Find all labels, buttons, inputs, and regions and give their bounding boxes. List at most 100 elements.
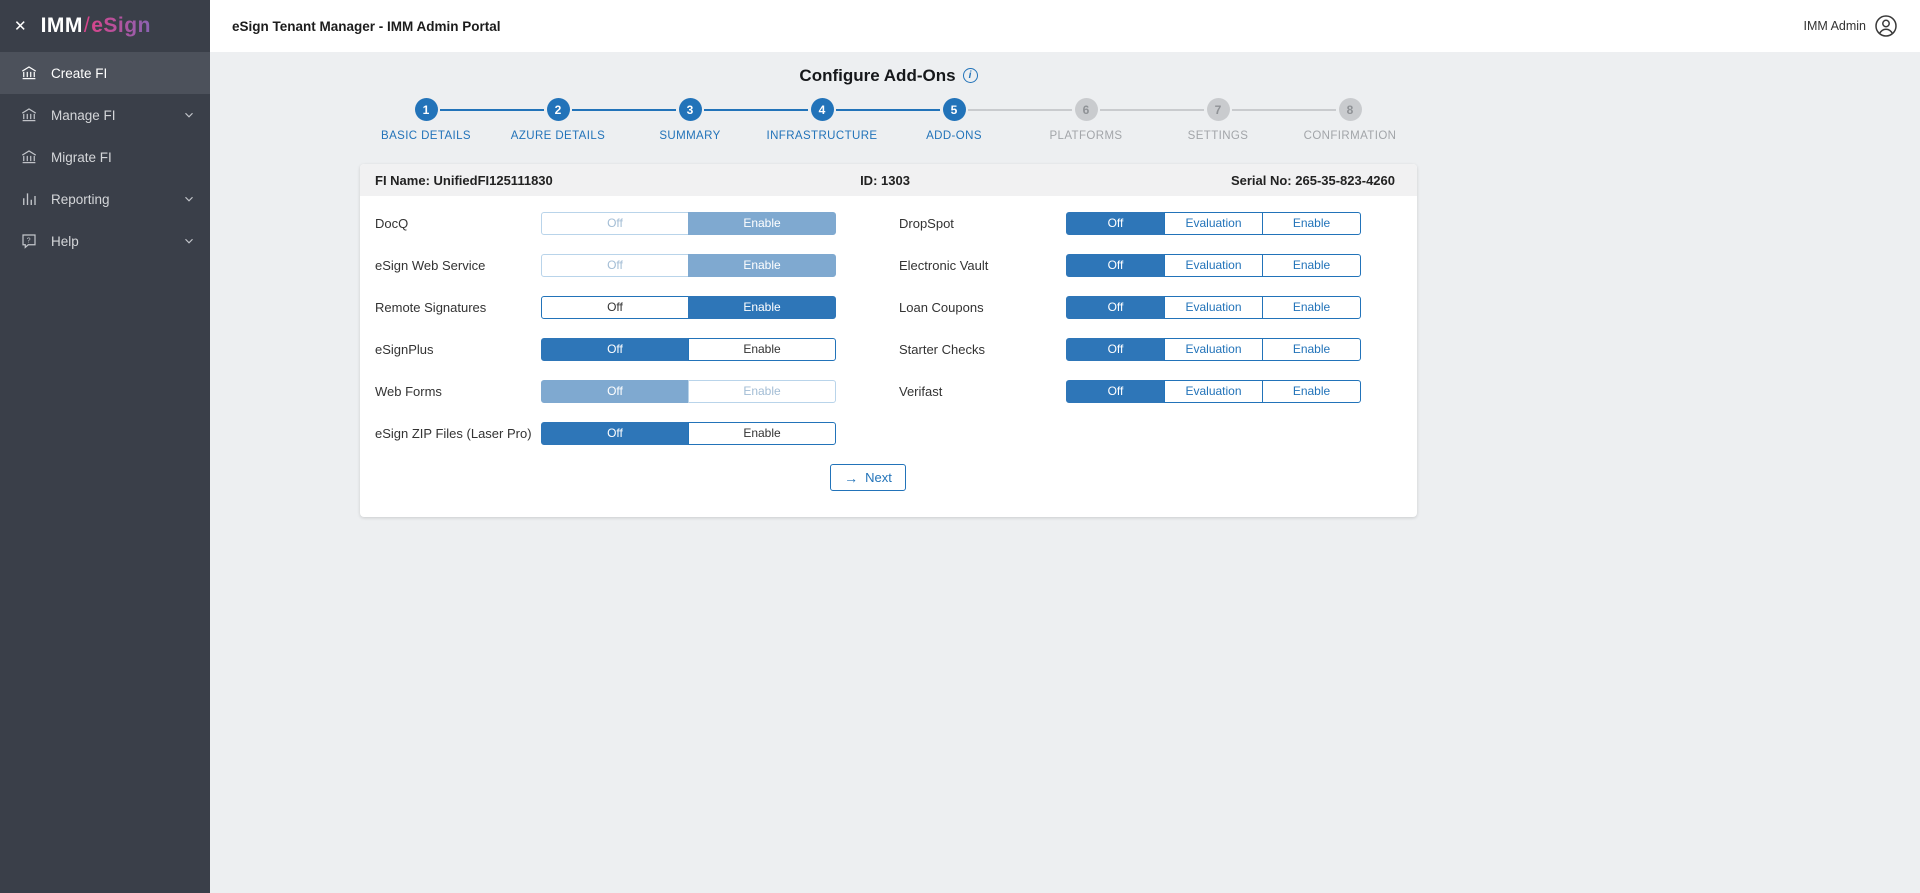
- app-logo: IMM/eSign: [41, 14, 151, 38]
- page-title-text: Configure Add-Ons: [799, 66, 956, 85]
- addon-label: Electronic Vault: [899, 257, 989, 273]
- toggle-option-evaluation[interactable]: Evaluation: [1164, 337, 1263, 361]
- next-row: → Next: [375, 464, 1361, 491]
- next-button[interactable]: → Next: [830, 464, 906, 491]
- toggle-option-enable[interactable]: Enable: [1262, 337, 1361, 361]
- step-number: 7: [1206, 98, 1230, 121]
- svg-text:?: ?: [27, 237, 31, 245]
- addon-label: eSign ZIP Files (Laser Pro): [375, 425, 532, 441]
- toggle-option-evaluation[interactable]: Evaluation: [1164, 295, 1263, 319]
- step-number: 5: [942, 98, 966, 121]
- step-label: SUMMARY: [659, 130, 721, 142]
- toggle-option-off: Off: [541, 253, 689, 277]
- toggle-option-enable: Enable: [688, 253, 836, 277]
- fi-serial: Serial No: 265-35-823-4260: [1230, 172, 1395, 188]
- logo-slash: /: [83, 14, 91, 37]
- arrow-right-icon: →: [844, 469, 859, 486]
- toggle-option-enable[interactable]: Enable: [1262, 211, 1361, 235]
- step-number: 3: [678, 98, 702, 121]
- toggle-option-off[interactable]: Off: [1066, 211, 1165, 235]
- user-avatar-icon[interactable]: [1874, 14, 1898, 38]
- toggle-option-off[interactable]: Off: [1066, 379, 1165, 403]
- fi-name: FI Name: UnifiedFI125111830: [375, 172, 553, 188]
- user-name: IMM Admin: [1803, 19, 1866, 33]
- toggle-option-enable[interactable]: Enable: [1262, 253, 1361, 277]
- sidebar-item-migrate-fi[interactable]: Migrate FI: [0, 136, 210, 178]
- toggle-option-evaluation[interactable]: Evaluation: [1164, 379, 1263, 403]
- step-label: ADD-ONS: [926, 130, 982, 142]
- bank-icon: [20, 64, 38, 82]
- toggle-option-off[interactable]: Off: [1066, 253, 1165, 277]
- sidebar-item-create-fi[interactable]: Create FI: [0, 52, 210, 94]
- step-label: BASIC DETAILS: [381, 130, 471, 142]
- chevron-down-icon: [182, 192, 196, 206]
- step-platforms: 6 PLATFORMS: [968, 98, 1152, 142]
- step-connector: [572, 109, 676, 111]
- toggle-option-off[interactable]: Off: [541, 295, 689, 319]
- toggle-option-off[interactable]: Off: [1066, 337, 1165, 361]
- step-connector: [440, 109, 544, 111]
- step-label: PLATFORMS: [1049, 130, 1123, 142]
- sidebar-item-help[interactable]: ? Help: [0, 220, 210, 262]
- addon-label: Loan Coupons: [899, 299, 984, 315]
- bank-icon: [20, 148, 38, 166]
- addon-label: Verifast: [899, 383, 943, 399]
- toggle-option-off[interactable]: Off: [541, 337, 689, 361]
- step-summary[interactable]: 3 SUMMARY: [572, 98, 756, 142]
- toggle-option-off[interactable]: Off: [541, 421, 689, 445]
- step-number: 4: [810, 98, 834, 121]
- step-connector: [968, 109, 1072, 111]
- topbar: eSign Tenant Manager - IMM Admin Portal …: [210, 0, 1920, 52]
- window-title: eSign Tenant Manager - IMM Admin Portal: [232, 18, 501, 34]
- addon-columns: DocQ Off Enable eSign Web Service Off Enable R…: [375, 202, 1361, 454]
- toggle-option-off[interactable]: Off: [1066, 295, 1165, 319]
- step-basic-details[interactable]: 1 BASIC DETAILS: [360, 98, 492, 142]
- toggle-option-enable[interactable]: Enable: [688, 337, 836, 361]
- info-icon[interactable]: i: [962, 68, 978, 83]
- toggle-option-evaluation[interactable]: Evaluation: [1164, 253, 1263, 277]
- toggle-option-evaluation[interactable]: Evaluation: [1164, 211, 1263, 235]
- addon-column-left: DocQ Off Enable eSign Web Service Off Enable R…: [375, 202, 836, 454]
- addon-label: eSignPlus: [375, 341, 434, 357]
- toggle-group-esign-zip-files-laser-pro: Off Enable: [541, 421, 836, 445]
- content-area: Configure Add-Ons i 1 BASIC DETAILS 2 AZURE …: [210, 52, 1920, 893]
- sidebar-item-label: Reporting: [51, 191, 110, 207]
- toggle-group-docq: Off Enable: [541, 211, 836, 235]
- stepper: 1 BASIC DETAILS 2 AZURE DETAILS 3 SUMMARY 4 INF…: [360, 98, 1416, 142]
- step-connector: [1100, 109, 1204, 111]
- toggle-option-enable[interactable]: Enable: [688, 421, 836, 445]
- page-title: Configure Add-Ons i: [360, 66, 1417, 86]
- toggle-option-enable[interactable]: Enable: [688, 295, 836, 319]
- user-menu[interactable]: IMM Admin: [1803, 14, 1898, 38]
- addon-row-dropspot: DropSpot Off Evaluation Enable: [899, 202, 1361, 244]
- step-add-ons[interactable]: 5 ADD-ONS: [836, 98, 1020, 142]
- step-azure-details[interactable]: 2 AZURE DETAILS: [440, 98, 624, 142]
- toggle-group-remote-signatures: Off Enable: [541, 295, 836, 319]
- toggle-option-enable[interactable]: Enable: [1262, 295, 1361, 319]
- step-settings: 7 SETTINGS: [1100, 98, 1284, 142]
- toggle-group-starter-checks: Off Evaluation Enable: [1066, 337, 1361, 361]
- fi-id: ID: 1303: [860, 172, 910, 188]
- sidebar-item-reporting[interactable]: Reporting: [0, 178, 210, 220]
- bank-icon: [20, 106, 38, 124]
- addon-label: Starter Checks: [899, 341, 985, 357]
- sidebar-item-label: Migrate FI: [51, 149, 112, 165]
- sidebar-item-manage-fi[interactable]: Manage FI: [0, 94, 210, 136]
- addon-label: DocQ: [375, 215, 409, 231]
- toggle-option-enable: Enable: [688, 211, 836, 235]
- addon-row-esignplus: eSignPlus Off Enable: [375, 328, 836, 370]
- toggle-option-enable[interactable]: Enable: [1262, 379, 1361, 403]
- close-icon[interactable]: ✕: [14, 19, 27, 34]
- step-number: 1: [414, 98, 438, 121]
- step-label: AZURE DETAILS: [510, 130, 606, 142]
- fi-card-header: FI Name: UnifiedFI125111830 ID: 1303 Ser…: [360, 164, 1417, 196]
- logo-esign: eSign: [91, 14, 151, 37]
- bar-chart-icon: [20, 190, 38, 208]
- step-number: 8: [1338, 98, 1362, 121]
- sidebar-item-label: Manage FI: [51, 107, 116, 123]
- step-infrastructure[interactable]: 4 INFRASTRUCTURE: [704, 98, 888, 142]
- toggle-option-off: Off: [541, 211, 689, 235]
- addon-row-esign-zip-files-laser-pro: eSign ZIP Files (Laser Pro) Off Enable: [375, 412, 836, 454]
- addon-row-docq: DocQ Off Enable: [375, 202, 836, 244]
- toggle-group-electronic-vault: Off Evaluation Enable: [1066, 253, 1361, 277]
